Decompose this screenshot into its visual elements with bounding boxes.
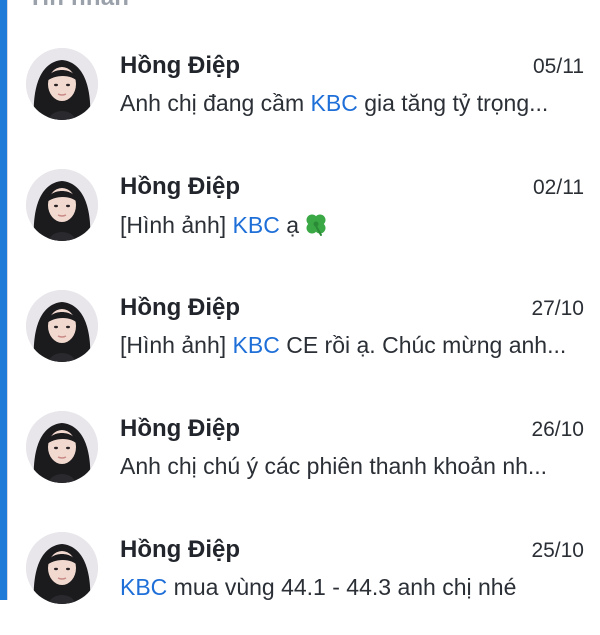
preview-text: CE rồi ạ. Chúc mừng anh... bbox=[279, 332, 567, 358]
preview-text: [Hình ảnh] bbox=[120, 332, 233, 358]
message-date: 25/10 bbox=[531, 539, 584, 562]
preview-text: mua vùng 44.1 - 44.3 anh chị nhé bbox=[167, 574, 517, 600]
avatar[interactable] bbox=[26, 411, 98, 483]
preview-text: Anh chị đang cầm bbox=[120, 90, 311, 116]
section-header: Tin nhắn bbox=[28, 0, 129, 12]
preview-text: Anh chị chú ý các phiên thanh khoản nh..… bbox=[120, 453, 548, 479]
avatar[interactable] bbox=[26, 169, 98, 241]
avatar[interactable] bbox=[26, 290, 98, 362]
message-preview: [Hình ảnh] KBC CE rồi ạ. Chúc mừng anh..… bbox=[120, 332, 586, 359]
sender-name: Hồng Điệp bbox=[120, 536, 240, 563]
message-preview: Anh chị đang cầm KBC gia tăng tỷ trọng..… bbox=[120, 90, 586, 117]
stock-tag-link[interactable]: KBC bbox=[120, 574, 167, 600]
sender-name: Hồng Điệp bbox=[120, 173, 240, 200]
message-item[interactable]: Hồng Điệp 27/10 [Hình ảnh] KBC CE rồi ạ.… bbox=[8, 272, 600, 393]
sender-name: Hồng Điệp bbox=[120, 52, 240, 79]
message-item[interactable]: Hồng Điệp 26/10 Anh chị chú ý các phiên … bbox=[8, 393, 600, 514]
message-preview: [Hình ảnh] KBC ạ bbox=[120, 211, 586, 243]
message-date: 27/10 bbox=[531, 297, 584, 320]
stock-tag-link[interactable]: KBC bbox=[233, 332, 280, 358]
message-date: 26/10 bbox=[531, 418, 584, 441]
sender-name: Hồng Điệp bbox=[120, 294, 240, 321]
avatar-image bbox=[26, 411, 98, 483]
message-preview: KBC mua vùng 44.1 - 44.3 anh chị nhé bbox=[120, 574, 586, 601]
message-date: 02/11 bbox=[533, 176, 584, 199]
avatar-image bbox=[26, 48, 98, 120]
avatar[interactable] bbox=[26, 48, 98, 120]
preview-text: [Hình ảnh] bbox=[120, 212, 233, 238]
avatar-image bbox=[26, 290, 98, 362]
preview-text: ạ bbox=[279, 212, 300, 238]
avatar[interactable] bbox=[26, 532, 98, 604]
left-accent-bar bbox=[0, 0, 8, 600]
message-item[interactable]: Hồng Điệp 05/11 Anh chị đang cầm KBC gia… bbox=[8, 30, 600, 151]
message-item[interactable]: Hồng Điệp 25/10 KBC mua vùng 44.1 - 44.3… bbox=[8, 514, 600, 635]
stock-tag-link[interactable]: KBC bbox=[233, 212, 280, 238]
stock-tag-link[interactable]: KBC bbox=[311, 90, 358, 116]
message-date: 05/11 bbox=[533, 55, 584, 78]
message-item[interactable]: Hồng Điệp 02/11 [Hình ảnh] KBC ạ bbox=[8, 151, 600, 272]
four-leaf-clover-icon bbox=[303, 211, 329, 243]
preview-text: gia tăng tỷ trọng... bbox=[357, 90, 549, 116]
sender-name: Hồng Điệp bbox=[120, 415, 240, 442]
avatar-image bbox=[26, 532, 98, 604]
message-preview: Anh chị chú ý các phiên thanh khoản nh..… bbox=[120, 453, 586, 480]
avatar-image bbox=[26, 169, 98, 241]
